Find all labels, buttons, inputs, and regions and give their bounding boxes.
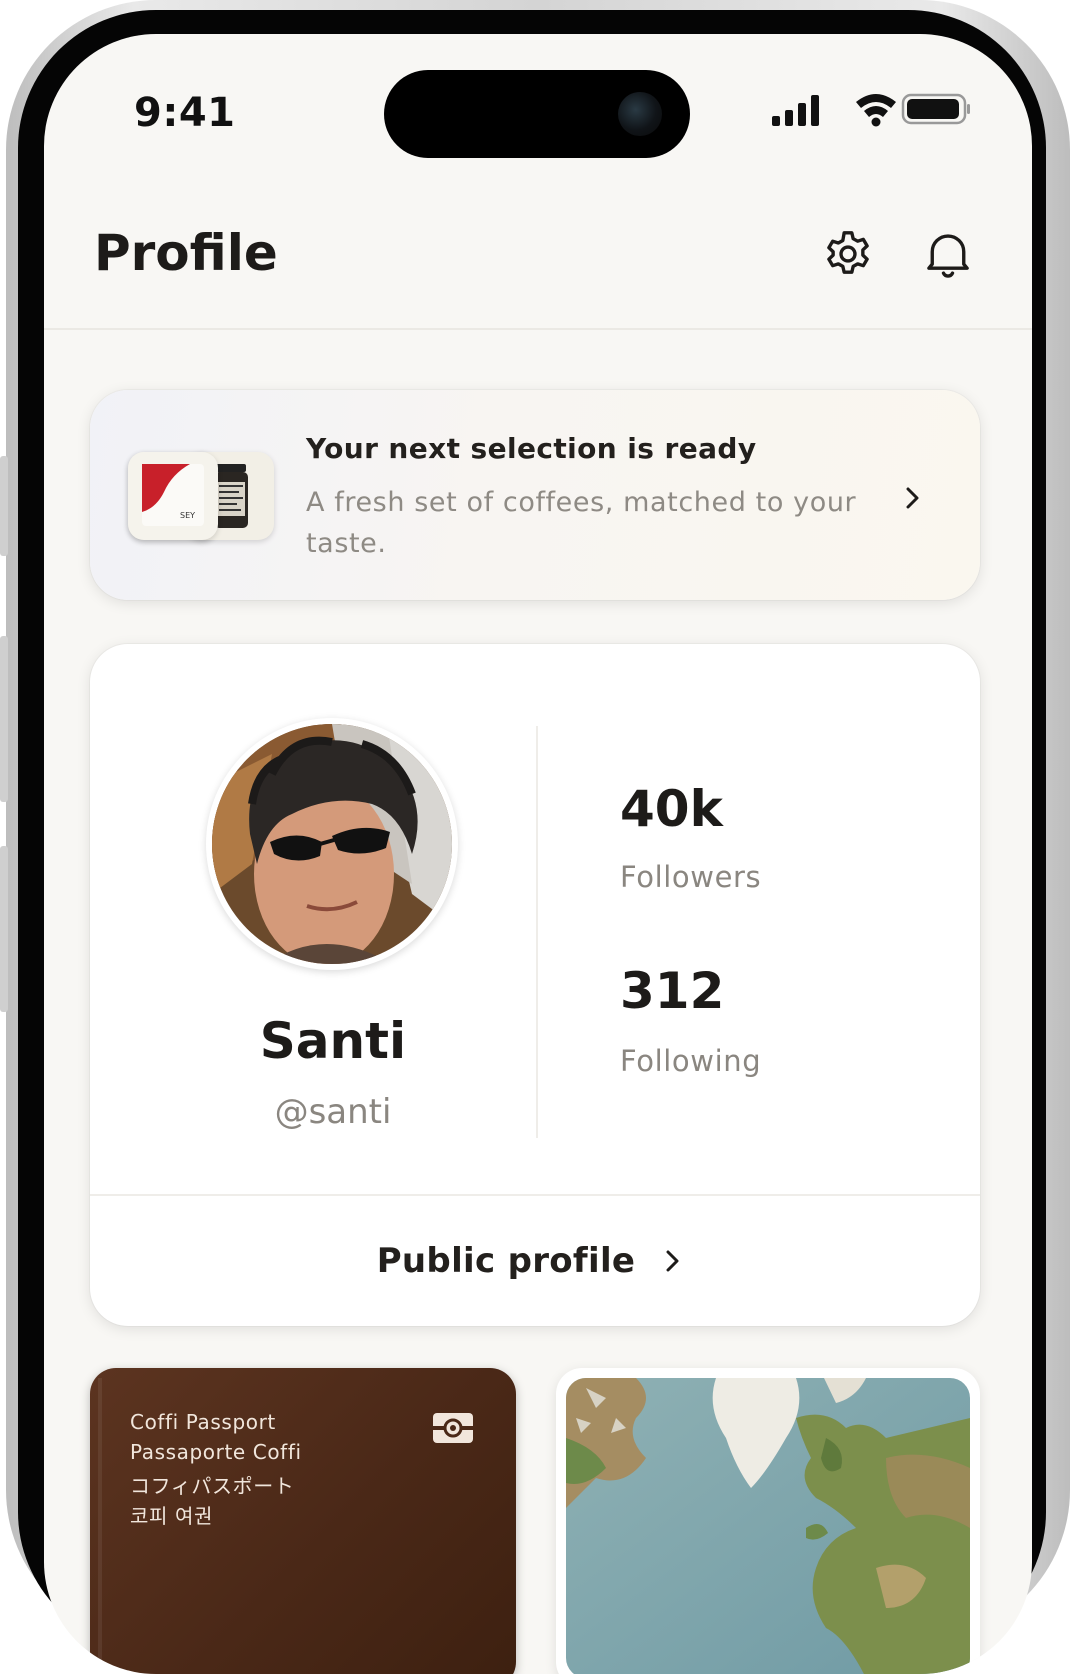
banner-title: Your next selection is ready [306, 432, 757, 465]
profile-card: Santi @santi 40k Followers 312 Following… [90, 644, 980, 1326]
status-icons [770, 92, 970, 128]
user-handle: @santi [274, 1092, 392, 1132]
cellular-signal-icon [772, 95, 819, 126]
world-map-image [566, 1378, 970, 1674]
coffee-bag-thumbnail-front: SEY [128, 452, 218, 540]
chevron-right-icon [666, 1250, 679, 1272]
avatar[interactable] [206, 718, 458, 970]
public-profile-label: Public profile [376, 1241, 636, 1281]
settings-button[interactable] [818, 224, 878, 284]
notifications-button[interactable] [918, 224, 978, 284]
world-map-card[interactable] [556, 1368, 980, 1674]
volume-up-button [0, 636, 8, 802]
following-label[interactable]: Following [620, 1044, 761, 1078]
passport-chip-icon [433, 1413, 473, 1443]
public-profile-link[interactable]: Public profile [90, 1196, 980, 1326]
avatar-photo [212, 724, 452, 964]
passport-title-en: Coffi Passport [130, 1410, 276, 1434]
status-time: 9:41 [134, 90, 236, 136]
page-title: Profile [94, 224, 278, 282]
chevron-right-icon [906, 487, 919, 509]
action-button [0, 456, 8, 556]
camera-icon [618, 92, 662, 136]
coffi-passport-card[interactable]: Coffi Passport Passaporte Coffi コフィパスポート… [90, 1368, 516, 1674]
svg-text:SEY: SEY [180, 511, 195, 520]
followers-count[interactable]: 40k [620, 780, 723, 838]
passport-title-ja: コフィパスポート [130, 1474, 295, 1498]
gear-icon [827, 231, 869, 274]
passport-title-pt: Passaporte Coffi [130, 1440, 302, 1464]
following-count[interactable]: 312 [620, 962, 724, 1020]
volume-down-button [0, 846, 8, 1012]
wifi-icon [856, 94, 896, 127]
bell-icon [927, 234, 969, 278]
header-bar: Profile [44, 204, 1032, 330]
vertical-divider [536, 726, 538, 1138]
followers-label[interactable]: Followers [620, 860, 761, 894]
battery-icon [901, 93, 970, 125]
next-selection-banner[interactable]: SEY SEY Your next selection is ready A f… [90, 390, 980, 600]
banner-subtitle: A fresh set of coffees, matched to your … [306, 487, 857, 559]
dynamic-island [384, 70, 690, 158]
user-name: Santi [259, 1012, 407, 1070]
passport-title-ko: 코피 여권 [130, 1504, 213, 1528]
phone-screen: 9:41 Profile SEY Your next selection is … [44, 34, 1032, 1674]
